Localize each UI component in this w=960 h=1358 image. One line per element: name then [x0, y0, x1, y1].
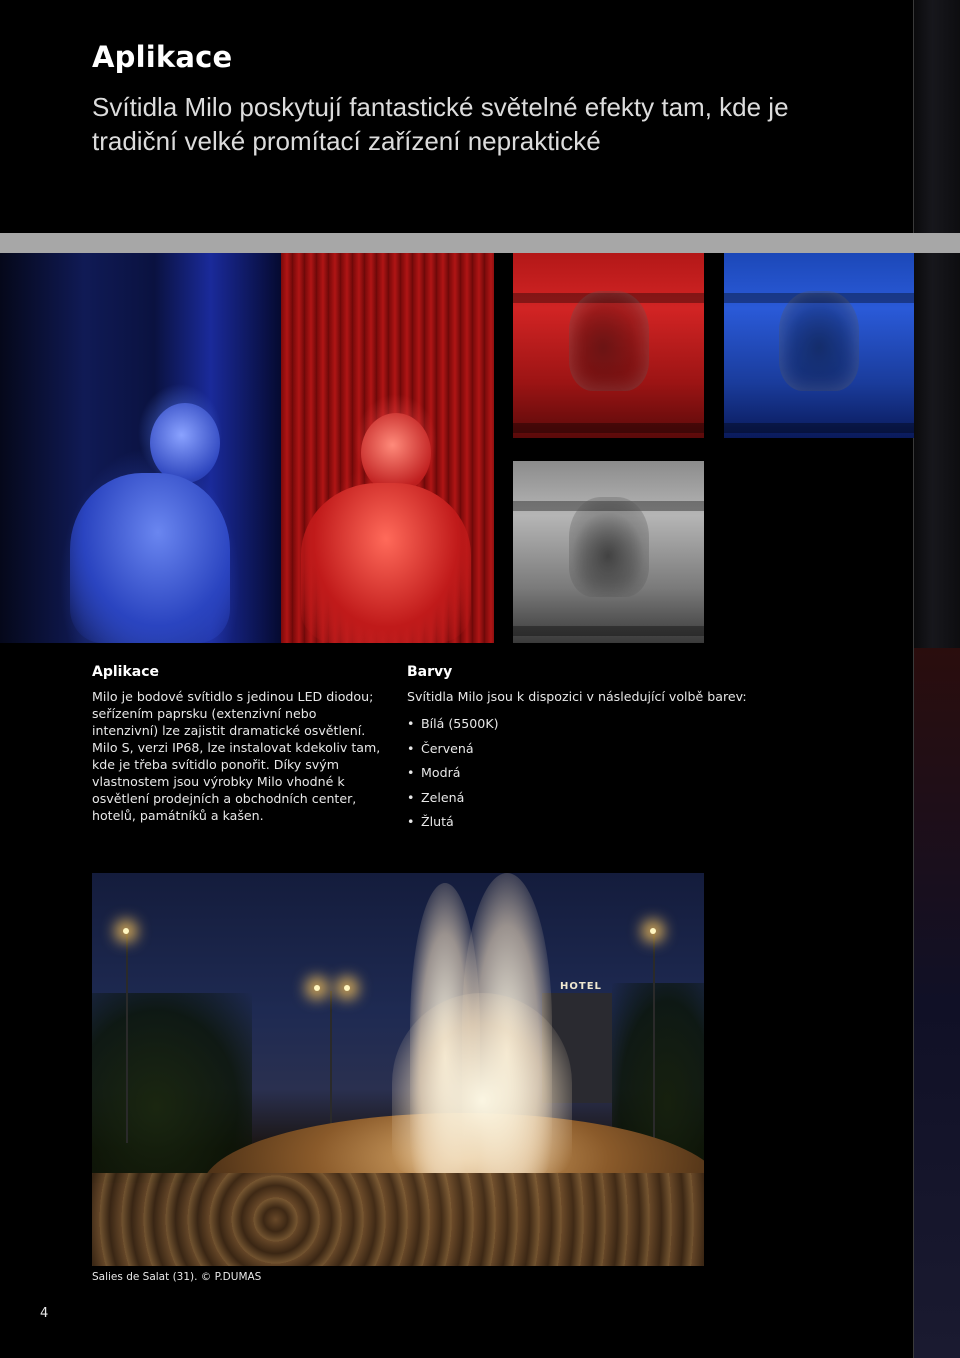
grey-separator-band [0, 233, 960, 253]
street-lamp [123, 928, 129, 934]
right-edge-divider [913, 0, 914, 1358]
statue-body-shape [301, 483, 471, 643]
colors-heading: Barvy [407, 664, 453, 680]
relief-ornament [568, 290, 649, 391]
list-item: Modrá [407, 761, 499, 786]
page-title: Aplikace [92, 40, 233, 74]
list-item: Žlutá [407, 810, 499, 835]
relief-ornament [779, 290, 859, 391]
photo-blue-lit-relief [724, 253, 914, 438]
photo-blue-lit-statue [0, 253, 281, 643]
photo-white-lit-relief [513, 461, 704, 643]
applications-heading: Aplikace [92, 664, 160, 680]
photo-red-lit-statue [281, 253, 494, 643]
list-item: Bílá (5500K) [407, 712, 499, 737]
relief-cornice [513, 626, 704, 636]
lamp-pole [653, 933, 655, 1143]
relief-cornice [724, 423, 914, 433]
applications-body: Milo je bodové svítidlo s jedinou LED di… [92, 689, 381, 823]
hotel-sign: HOTEL [560, 981, 602, 992]
statue-head-shape [361, 413, 431, 493]
list-item: Červená [407, 737, 499, 762]
colors-intro: Svítidla Milo jsou k dispozici v následu… [407, 689, 747, 704]
statue-body-shape [70, 473, 230, 643]
photo-red-lit-relief [513, 253, 704, 438]
relief-ornament [568, 497, 649, 597]
street-lamp [314, 985, 320, 991]
street-lamp [344, 985, 350, 991]
fountain-jet [392, 993, 572, 1173]
right-edge-photo-strip [914, 648, 960, 1358]
page-subtitle: Svítidla Milo poskytují fantastické svět… [92, 92, 789, 156]
statue-head-shape [150, 403, 220, 483]
page-number: 4 [40, 1306, 49, 1321]
fountain-rocks [92, 1173, 704, 1266]
list-item: Zelená [407, 786, 499, 811]
colors-list: Bílá (5500K) Červená Modrá Zelená Žlutá [407, 712, 499, 835]
relief-cornice [513, 423, 704, 433]
lamp-pole [126, 933, 128, 1143]
lamp-pole [330, 991, 332, 1141]
photo-caption: Salies de Salat (31). © P.DUMAS [92, 1271, 262, 1283]
street-lamp [650, 928, 656, 934]
photo-illuminated-fountain: HOTEL [92, 873, 704, 1266]
